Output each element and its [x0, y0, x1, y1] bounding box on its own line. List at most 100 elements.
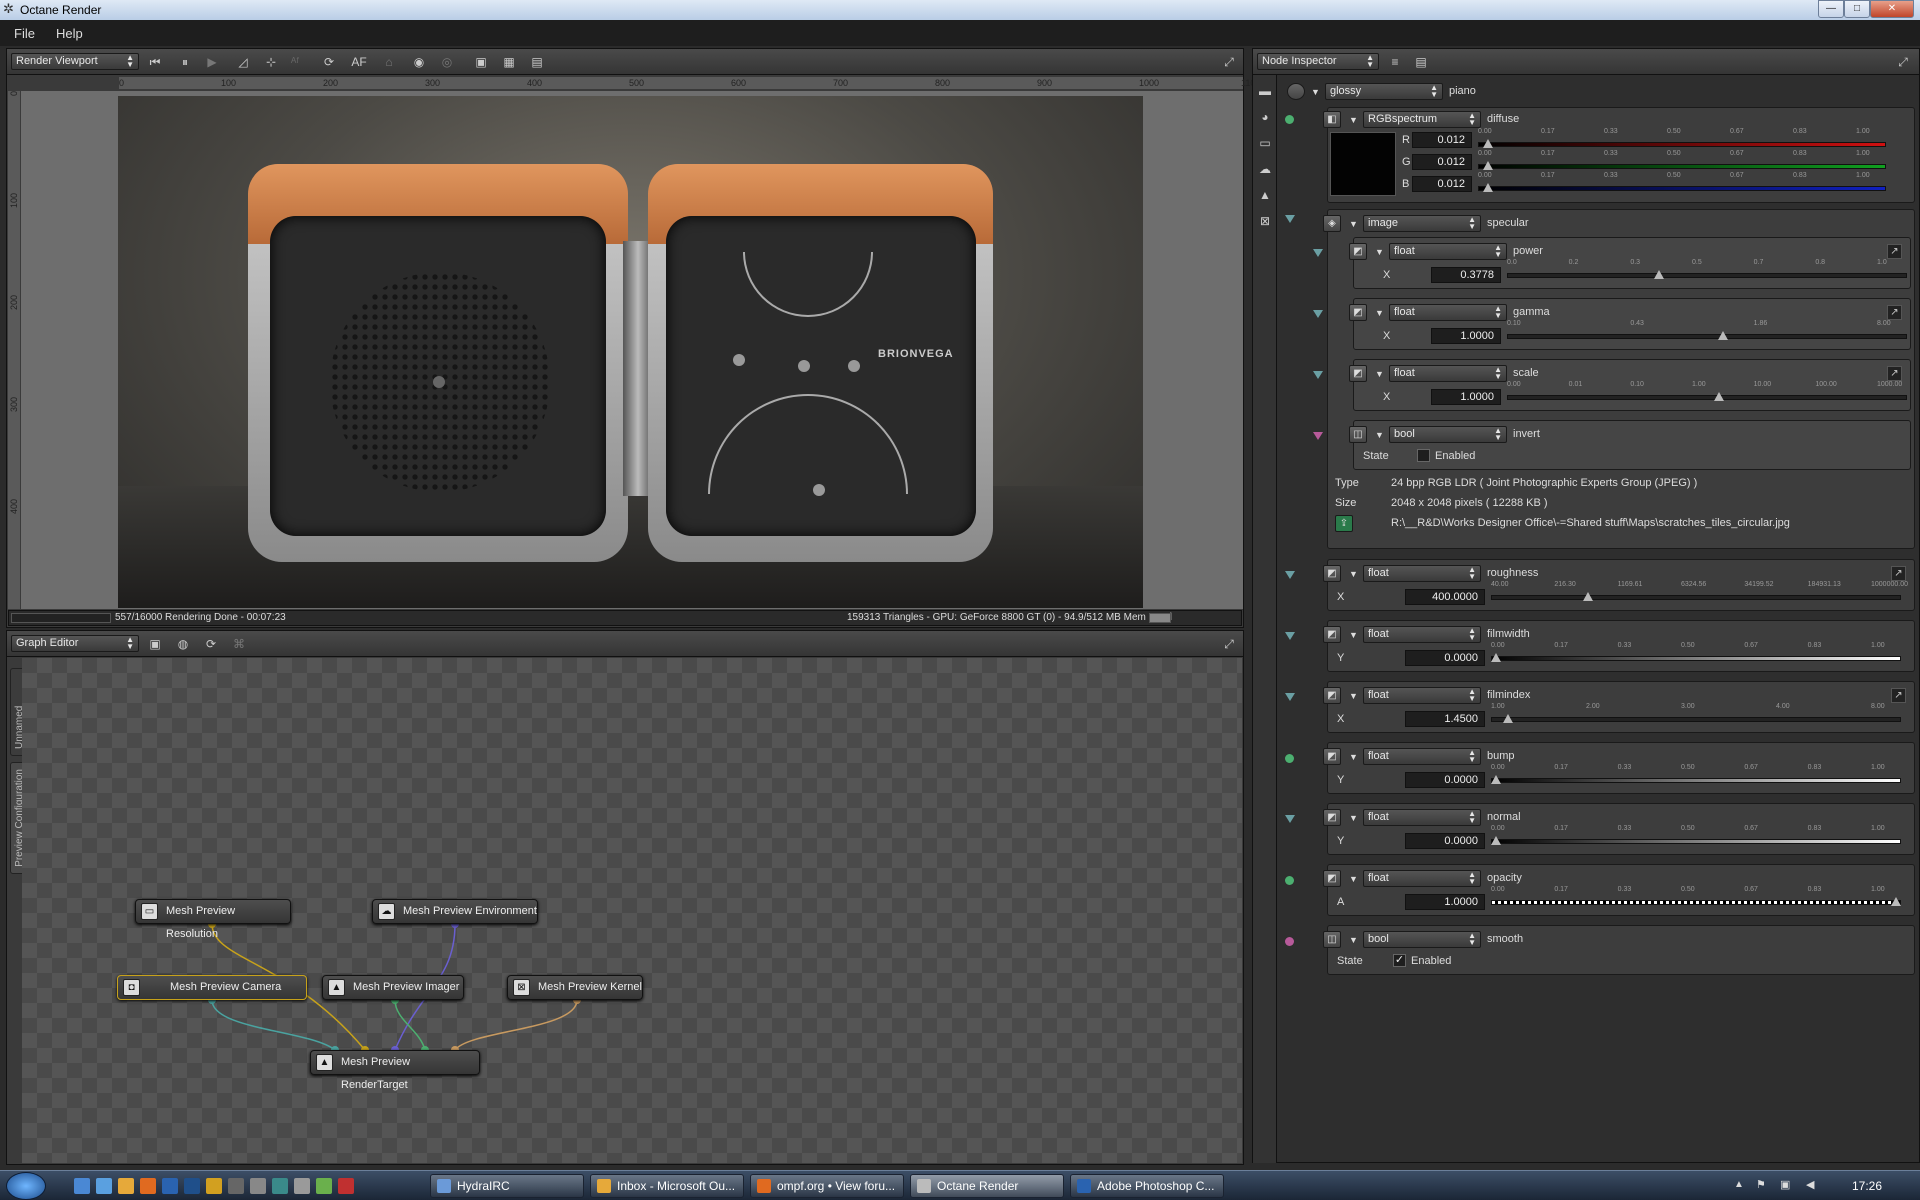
slider-thumb[interactable] [1491, 775, 1501, 784]
value-slider[interactable]: 40.00 216.30 1169.61 6324.56 34199.52 184931.… [1491, 581, 1908, 603]
expand-all-icon[interactable]: ▤ [1413, 54, 1429, 70]
app-icon-1[interactable] [228, 1178, 244, 1194]
node-inspector-combo[interactable]: Node Inspector ▲ ▼ [1257, 53, 1379, 70]
input-pin-icon[interactable] [1285, 115, 1294, 124]
texture-tab-icon[interactable]: ◕ [1257, 109, 1273, 125]
collapse-arrow-icon[interactable]: ▼ [1349, 935, 1358, 945]
invert-type-combo[interactable]: bool ▲ ▼ [1389, 426, 1507, 443]
collapse-arrow-icon[interactable]: ▼ [1375, 308, 1384, 318]
color-swatch[interactable] [1330, 132, 1396, 196]
value-slider[interactable]: 0.00 0.17 0.33 0.50 0.67 0.83 1.00 [1478, 128, 1886, 150]
show-desktop-icon[interactable] [74, 1178, 90, 1194]
slider-thumb[interactable] [1482, 139, 1493, 148]
collapse-arrow-icon[interactable]: ▼ [1349, 219, 1358, 229]
illustrator-icon[interactable] [206, 1178, 222, 1194]
imager-tab-icon[interactable]: ▲ [1257, 187, 1273, 203]
filmindex-type-combo[interactable]: float ▲ ▼ [1363, 687, 1481, 704]
input-pin-icon[interactable] [1313, 371, 1323, 379]
node-mesh-preview-imager[interactable]: ▲ Mesh Preview Imager [322, 975, 464, 1000]
scale-value-field[interactable]: 1.0000 [1431, 389, 1501, 405]
normal-type-combo[interactable]: float ▲ ▼ [1363, 809, 1481, 826]
filmwidth-type-combo[interactable]: float ▲ ▼ [1363, 626, 1481, 643]
smooth-checkbox[interactable]: ✓ [1393, 954, 1406, 967]
power-type-combo[interactable]: float ▲ ▼ [1389, 243, 1507, 260]
filmwidth-value-field[interactable]: 0.0000 [1405, 650, 1485, 666]
settings-tab-icon[interactable]: ▭ [1257, 135, 1273, 151]
collapse-arrow-icon[interactable]: ▼ [1375, 247, 1384, 257]
taskbar-item[interactable]: Inbox - Microsoft Ou... [590, 1174, 744, 1198]
slider-thumb[interactable] [1491, 836, 1501, 845]
input-pin-icon[interactable] [1313, 432, 1323, 440]
specular-type-combo[interactable]: image ▲ ▼ [1363, 215, 1481, 232]
tray-flag-icon[interactable]: ⚑ [1756, 1178, 1766, 1191]
input-pin-icon[interactable] [1285, 815, 1295, 823]
collapse-arrow-icon[interactable]: ▼ [1349, 569, 1358, 579]
value-slider[interactable]: 0.00 0.17 0.33 0.50 0.67 0.83 1.00 [1491, 886, 1901, 908]
bool-icon[interactable]: ◫ [1323, 931, 1341, 948]
gamma-value-field[interactable]: 1.0000 [1431, 328, 1501, 344]
value-slider[interactable]: 0.10 0.43 1.86 8.00 [1507, 320, 1907, 342]
ie-icon[interactable] [96, 1178, 112, 1194]
input-pin-icon[interactable] [1313, 310, 1323, 318]
firefox-icon[interactable] [140, 1178, 156, 1194]
channel-value-field[interactable]: 0.012 [1412, 132, 1472, 148]
collapse-arrow-icon[interactable]: ▼ [1349, 874, 1358, 884]
node-mesh-preview-rendertarget[interactable]: ▲ Mesh Preview RenderTarget [310, 1050, 480, 1091]
collapse-arrow-icon[interactable]: ▼ [1349, 630, 1358, 640]
roughness-value-field[interactable]: 400.0000 [1405, 589, 1485, 605]
float-icon[interactable]: ◩ [1323, 870, 1341, 887]
node-mesh-preview-resolution[interactable]: ▭ Mesh Preview Resolution [135, 899, 291, 940]
input-pin-icon[interactable] [1285, 632, 1295, 640]
slider-thumb[interactable] [1482, 183, 1493, 192]
curve-icon[interactable]: ↗ [1891, 688, 1906, 703]
input-pin-icon[interactable] [1285, 571, 1295, 579]
float-icon[interactable]: ◩ [1323, 687, 1341, 704]
invert-checkbox[interactable] [1417, 449, 1430, 462]
slider-thumb[interactable] [1654, 270, 1665, 279]
value-slider[interactable]: 0.0 0.2 0.3 0.5 0.7 0.8 1.0 [1507, 259, 1907, 281]
collapse-arrow-icon[interactable]: ▼ [1349, 813, 1358, 823]
node-mesh-preview-kernel[interactable]: ⊠ Mesh Preview Kernel [507, 975, 643, 1000]
gamma-type-combo[interactable]: float ▲ ▼ [1389, 304, 1507, 321]
image-texture-icon[interactable]: ◈ [1323, 215, 1341, 232]
tray-volume-icon[interactable]: ◀ [1806, 1178, 1814, 1191]
collapse-arrow-icon[interactable]: ▼ [1349, 115, 1358, 125]
input-pin-icon[interactable] [1285, 215, 1295, 223]
channel-value-field[interactable]: 0.012 [1412, 154, 1472, 170]
app-icon-6[interactable] [338, 1178, 354, 1194]
curve-icon[interactable]: ↗ [1887, 305, 1902, 320]
collapse-arrow-icon[interactable]: ▼ [1311, 87, 1320, 97]
spectrum-icon[interactable]: ◧ [1323, 111, 1341, 128]
float-icon[interactable]: ◩ [1323, 809, 1341, 826]
value-slider[interactable]: 0.00 0.17 0.33 0.50 0.67 0.83 1.00 [1491, 764, 1901, 786]
value-slider[interactable]: 0.00 0.17 0.33 0.50 0.67 0.83 1.00 [1478, 150, 1886, 172]
scale-type-combo[interactable]: float ▲ ▼ [1389, 365, 1507, 382]
image-path[interactable]: R:\__R&D\Works Designer Office\-=Shared … [1391, 517, 1790, 529]
smooth-type-combo[interactable]: bool ▲ ▼ [1363, 931, 1481, 948]
environment-tab-icon[interactable]: ☁ [1257, 161, 1273, 177]
diffuse-type-combo[interactable]: RGBspectrum ▲ ▼ [1363, 111, 1481, 128]
float-icon[interactable]: ◩ [1349, 304, 1367, 321]
filmindex-value-field[interactable]: 1.4500 [1405, 711, 1485, 727]
collapse-arrow-icon[interactable]: ▼ [1375, 369, 1384, 379]
material-type-combo[interactable]: glossy ▲ ▼ [1325, 83, 1443, 100]
collapse-arrow-icon[interactable]: ▼ [1349, 691, 1358, 701]
app-icon-3[interactable] [272, 1178, 288, 1194]
tray-network-icon[interactable]: ▣ [1780, 1178, 1790, 1191]
load-image-icon[interactable]: ⇪ [1335, 515, 1353, 532]
slider-thumb[interactable] [1482, 161, 1493, 170]
aftereffects-icon[interactable] [184, 1178, 200, 1194]
maximize-inspector-icon[interactable]: ⤢ [1895, 54, 1911, 70]
input-pin-icon[interactable] [1285, 754, 1294, 763]
float-icon[interactable]: ◩ [1323, 748, 1341, 765]
collapse-arrow-icon[interactable]: ▼ [1349, 752, 1358, 762]
tray-arrow-icon[interactable]: ▲ [1734, 1179, 1744, 1190]
node-mesh-preview-camera[interactable]: ◘ Mesh Preview Camera [117, 975, 307, 1000]
value-slider[interactable]: 0.00 0.01 0.10 1.00 10.00 100.00 1000.00 [1507, 381, 1907, 403]
material-tab-icon[interactable]: ▬ [1257, 83, 1273, 99]
value-slider[interactable]: 0.00 0.17 0.33 0.50 0.67 0.83 1.00 [1478, 172, 1886, 194]
taskbar-item[interactable]: ompf.org • View foru... [750, 1174, 904, 1198]
power-value-field[interactable]: 0.3778 [1431, 267, 1501, 283]
start-button[interactable] [6, 1172, 46, 1200]
value-slider[interactable]: 0.00 0.17 0.33 0.50 0.67 0.83 1.00 [1491, 825, 1901, 847]
